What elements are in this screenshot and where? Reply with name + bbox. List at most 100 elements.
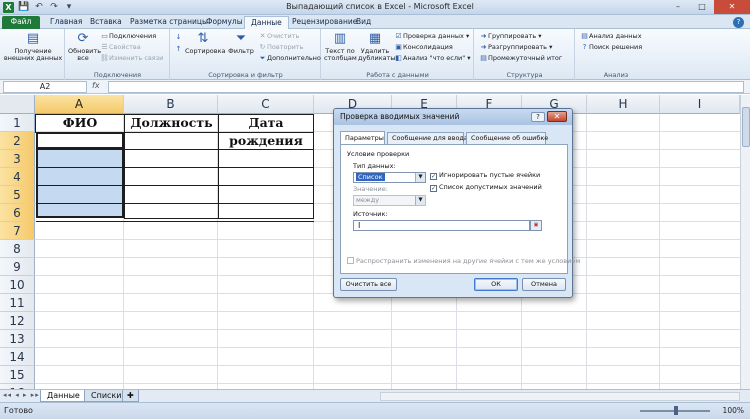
minimize-button[interactable]: –: [666, 0, 690, 14]
ungroup-button[interactable]: ➜ Разгруппировать ▾: [479, 43, 553, 52]
reapply-button[interactable]: ↻ Повторить: [258, 43, 304, 52]
connections-button[interactable]: ▭Подключения: [100, 32, 156, 41]
table-inner-border: [124, 203, 219, 204]
row-header-4[interactable]: 4: [0, 168, 35, 186]
tab-formulas[interactable]: Формулы: [200, 16, 249, 29]
insert-sheet-icon[interactable]: ✚: [122, 390, 139, 402]
group-icon: ➜: [480, 32, 487, 40]
subtotal-button[interactable]: ▤Промежуточный итог: [479, 54, 562, 63]
column-header-H[interactable]: H: [587, 95, 660, 114]
row-header-11[interactable]: 11: [0, 294, 35, 312]
data-validation-dialog: Проверка вводимых значений ? ✕ Параметры…: [333, 108, 580, 298]
consolidate-button[interactable]: ▣Консолидация: [394, 43, 453, 52]
row-header-10[interactable]: 10: [0, 276, 35, 294]
cell-A1[interactable]: ФИО: [35, 114, 125, 132]
row-header-3[interactable]: 3: [0, 150, 35, 168]
row-header-2[interactable]: 2: [0, 132, 35, 150]
column-header-C[interactable]: C: [218, 95, 314, 114]
excel-app-icon[interactable]: X: [3, 2, 14, 13]
ok-button[interactable]: ОК: [474, 278, 518, 291]
solver-icon: ?: [582, 43, 587, 51]
row-header-7[interactable]: 7: [0, 222, 35, 240]
gridline-row: [35, 347, 740, 348]
solver-button[interactable]: ? Поиск решения: [580, 43, 642, 52]
column-header-I[interactable]: I: [660, 95, 740, 114]
row-header-12[interactable]: 12: [0, 312, 35, 330]
vertical-scrollbar[interactable]: [740, 95, 750, 389]
row-header-8[interactable]: 8: [0, 240, 35, 258]
dialog-close-button[interactable]: ✕: [547, 111, 567, 122]
text-to-columns-button[interactable]: ▥ Текст по столбцам: [324, 31, 357, 62]
data-select[interactable]: между ▼: [353, 195, 426, 206]
undo-icon[interactable]: ↶: [33, 1, 45, 13]
refresh-icon: ⟳: [77, 31, 89, 46]
zoom-slider-knob[interactable]: [674, 406, 678, 415]
sheet-tab-data[interactable]: Данные: [40, 390, 87, 402]
refresh-all-button[interactable]: ⟳ Обновить все: [68, 31, 101, 62]
help-icon[interactable]: ?: [733, 17, 744, 28]
text-cursor-icon: I: [358, 221, 361, 230]
edit-links-button[interactable]: ⛓Изменить связи: [100, 54, 163, 63]
clear-filter-button[interactable]: ✕ Очистить: [258, 32, 300, 41]
what-if-button[interactable]: ◧Анализ "что если" ▾: [394, 54, 470, 63]
sort-za-button[interactable]: ↑: [174, 45, 183, 54]
redo-icon[interactable]: ↷: [48, 1, 60, 13]
sort-button[interactable]: ⇅ Сортировка: [185, 31, 226, 55]
active-cell[interactable]: [36, 132, 124, 149]
table-inner-border: [36, 167, 124, 168]
filter-button[interactable]: ⏷ Фильтр: [226, 31, 256, 55]
maximize-button[interactable]: □: [690, 0, 714, 14]
row-header-6[interactable]: 6: [0, 204, 35, 222]
cell-C1[interactable]: Дата рождения: [218, 114, 314, 148]
customize-icon[interactable]: ▾: [63, 1, 75, 13]
name-box[interactable]: A2: [3, 81, 87, 93]
clear-all-button[interactable]: Очистить все: [340, 278, 397, 291]
properties-button[interactable]: ☰Свойства: [100, 43, 140, 52]
analysis-icon: ▤: [581, 32, 588, 40]
ribbon-tabs: Файл Главная Вставка Разметка страницы Ф…: [0, 15, 750, 29]
row-header-5[interactable]: 5: [0, 186, 35, 204]
dialog-tab-error-alert[interactable]: Сообщение об ошибке: [466, 132, 548, 144]
vertical-scroll-thumb[interactable]: [742, 107, 750, 147]
get-external-data-button[interactable]: ▤ Получение внешних данных: [3, 31, 63, 62]
collapse-dialog-icon[interactable]: ▣: [530, 220, 542, 231]
row-header-1[interactable]: 1: [0, 114, 35, 132]
sheet-nav-arrows[interactable]: ◂◂ ◂ ▸ ▸▸: [3, 391, 40, 399]
column-header-A[interactable]: A: [35, 95, 124, 114]
formula-input[interactable]: [108, 81, 744, 93]
tab-data[interactable]: Данные: [244, 16, 289, 29]
close-button[interactable]: ✕: [714, 0, 750, 14]
row-header-15[interactable]: 15: [0, 366, 35, 384]
remove-duplicates-button[interactable]: ▦ Удалить дубликаты: [358, 31, 396, 62]
advanced-filter-button[interactable]: ⏷ Дополнительно: [258, 54, 321, 63]
database-icon: ▤: [26, 31, 40, 46]
zoom-level[interactable]: 100%: [723, 406, 744, 415]
dialog-tab-input-message[interactable]: Сообщение для ввода: [387, 132, 468, 144]
row-header-9[interactable]: 9: [0, 258, 35, 276]
tab-file[interactable]: Файл: [2, 16, 40, 29]
group-button[interactable]: ➜ Группировать ▾: [479, 32, 542, 41]
dialog-help-button[interactable]: ?: [531, 112, 545, 122]
data-validation-button[interactable]: ☑Проверка данных ▾: [394, 32, 469, 41]
source-input[interactable]: I: [353, 220, 530, 231]
data-analysis-button[interactable]: ▤Анализ данных: [580, 32, 641, 41]
column-header-B[interactable]: B: [124, 95, 218, 114]
ignore-blank-checkbox[interactable]: ✓ Игнорировать пустые ячейки: [430, 171, 540, 180]
dialog-tab-settings[interactable]: Параметры: [340, 131, 385, 144]
in-cell-dropdown-checkbox[interactable]: ✓ Список допустимых значений: [430, 183, 542, 192]
fx-icon[interactable]: fx: [92, 81, 100, 90]
tab-view[interactable]: Вид: [350, 16, 377, 29]
cell-B1[interactable]: Должность: [124, 114, 219, 132]
cancel-button[interactable]: Отмена: [522, 278, 566, 291]
group-external-data: ▤ Получение внешних данных: [0, 29, 65, 80]
allow-select[interactable]: Список ▼: [353, 172, 426, 183]
row-header-13[interactable]: 13: [0, 330, 35, 348]
horizontal-scrollbar[interactable]: [380, 392, 740, 401]
sort-az-button[interactable]: ↓: [174, 33, 183, 42]
select-all-corner[interactable]: [0, 95, 35, 114]
apply-to-all-checkbox[interactable]: Распространить изменения на другие ячейк…: [347, 257, 580, 265]
tab-insert[interactable]: Вставка: [84, 16, 128, 29]
row-header-14[interactable]: 14: [0, 348, 35, 366]
tab-home[interactable]: Главная: [44, 16, 88, 29]
save-icon[interactable]: 💾: [18, 1, 30, 13]
